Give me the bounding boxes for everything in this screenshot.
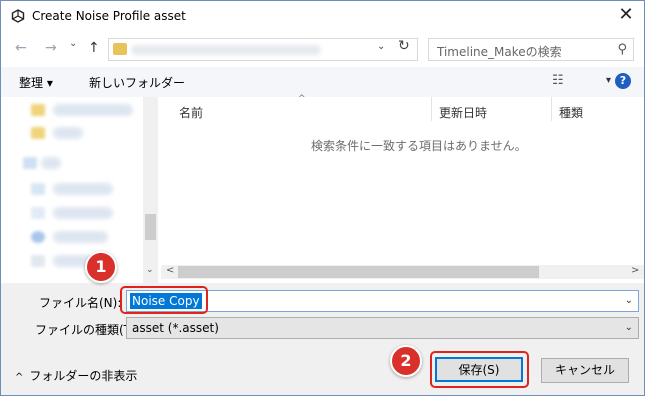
navpane-scroll-thumb[interactable] [145, 214, 156, 240]
window-title: Create Noise Profile asset [32, 9, 186, 23]
hide-folders-label: フォルダーの非表示 [29, 369, 138, 383]
filetype-select[interactable]: asset (*.asset) ⌄ [126, 317, 639, 339]
column-divider[interactable] [431, 97, 432, 121]
blurred-item [41, 157, 61, 169]
title-bar: Create Noise Profile asset ✕ [1, 1, 644, 31]
scroll-down-icon[interactable]: ⌄ [146, 265, 154, 275]
blurred-item [53, 183, 113, 195]
file-list[interactable]: ^ 名前 更新日時 種類 検索条件に一致する項目はありません。 [161, 94, 644, 283]
step-badge-2: 2 [390, 345, 422, 377]
horizontal-scroll-thumb[interactable] [178, 266, 539, 278]
desktop-icon [31, 183, 45, 195]
blurred-path [131, 45, 321, 55]
highlight-save [430, 351, 529, 388]
column-divider[interactable] [551, 97, 552, 121]
scroll-right-icon[interactable]: > [631, 265, 639, 276]
refresh-icon[interactable]: ↻ [398, 38, 410, 54]
save-dialog: Create Noise Profile asset ✕ ← → ⌄ ↑ ⌄ ↻… [0, 0, 645, 396]
filetype-value: asset (*.asset) [132, 321, 219, 335]
blurred-item [53, 127, 83, 139]
download-icon [31, 207, 45, 219]
empty-message: 検索条件に一致する項目はありません。 [311, 139, 527, 153]
search-input[interactable]: Timeline_Makeの検索 ⚲ [428, 38, 634, 61]
filetype-dropdown-icon[interactable]: ⌄ [625, 322, 633, 333]
navigation-pane[interactable] [1, 97, 159, 283]
filename-dropdown-icon[interactable]: ⌄ [625, 295, 633, 306]
cancel-button[interactable]: キャンセル [541, 358, 629, 383]
blurred-item [53, 207, 113, 219]
search-placeholder: Timeline_Makeの検索 [437, 45, 562, 59]
folder-icon [31, 104, 45, 116]
column-modified[interactable]: 更新日時 [439, 104, 487, 121]
column-name[interactable]: 名前 [179, 104, 203, 121]
folder-icon [113, 43, 127, 55]
filename-label: ファイル名(N): [39, 296, 122, 310]
help-icon[interactable]: ? [615, 73, 631, 89]
navpane-scrollbar[interactable] [143, 97, 158, 283]
picture-icon [31, 255, 45, 267]
sort-indicator-icon: ^ [298, 94, 306, 104]
address-bar[interactable] [108, 38, 418, 61]
unity-logo-icon [11, 9, 25, 23]
step-badge-1: 1 [85, 251, 117, 283]
filetype-label: ファイルの種類(T): [35, 323, 140, 337]
command-bar: 整理 ▾ 新しいフォルダー ☷ ▾ ? [1, 67, 644, 97]
scroll-left-icon[interactable]: < [166, 265, 174, 276]
document-icon [31, 231, 45, 243]
folder-icon [31, 127, 45, 139]
highlight-filename [120, 286, 208, 314]
pc-icon [23, 157, 37, 169]
search-icon[interactable]: ⚲ [617, 42, 627, 57]
new-folder-button[interactable]: 新しいフォルダー [89, 74, 185, 91]
view-dropdown-icon[interactable]: ▾ [606, 75, 611, 86]
blurred-item [53, 104, 133, 116]
chevron-up-icon: ^ [15, 372, 24, 383]
recent-locations-icon[interactable]: ⌄ [69, 38, 77, 49]
up-arrow-icon[interactable]: ↑ [88, 40, 100, 56]
forward-arrow-icon[interactable]: → [45, 40, 57, 56]
close-icon[interactable]: ✕ [612, 3, 640, 29]
column-type[interactable]: 種類 [559, 104, 583, 121]
view-options-icon[interactable]: ☷ [552, 73, 564, 88]
hide-folders-button[interactable]: ^ フォルダーの非表示 [15, 367, 137, 384]
address-dropdown-icon[interactable]: ⌄ [377, 41, 385, 52]
organize-menu[interactable]: 整理 ▾ [19, 74, 53, 91]
blurred-item [53, 231, 108, 243]
back-arrow-icon[interactable]: ← [15, 40, 27, 56]
